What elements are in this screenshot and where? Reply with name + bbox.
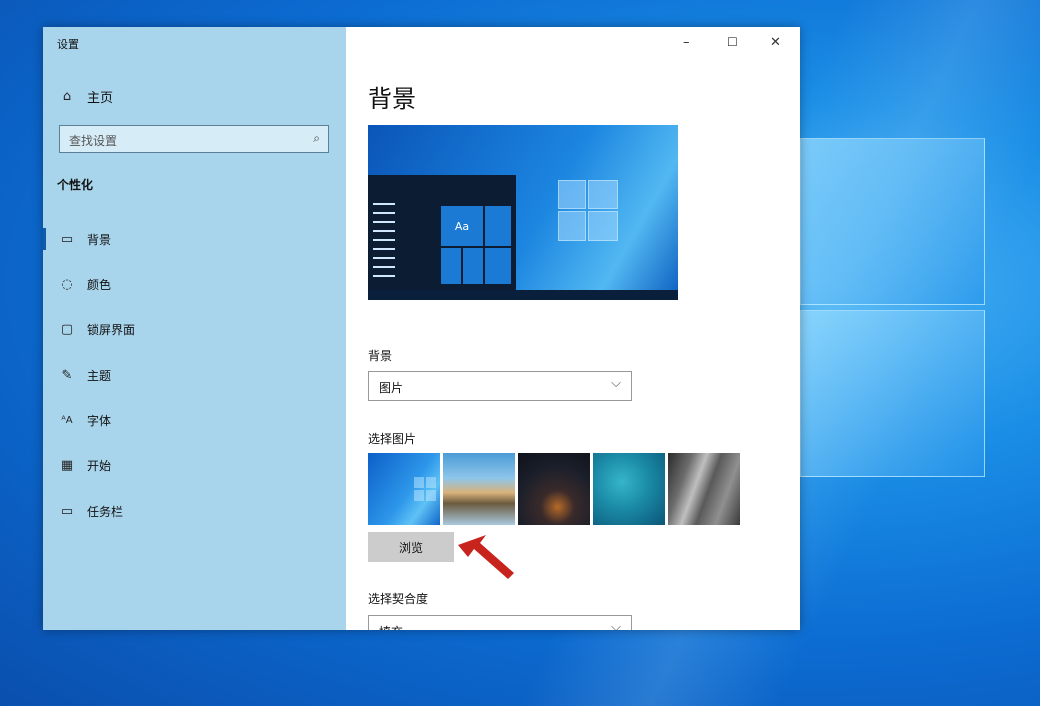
picture-thumbnail[interactable] — [443, 453, 515, 525]
sidebar-item-background[interactable]: ▭ 背景 — [43, 223, 346, 255]
home-icon: ⌂ — [62, 88, 72, 104]
sidebar-item-label: 背景 — [87, 232, 112, 247]
sidebar-item-label: 颜色 — [87, 277, 112, 292]
sidebar-item-label: 字体 — [87, 413, 112, 428]
picture-thumbnail[interactable] — [368, 453, 440, 525]
picture-thumbnail[interactable] — [593, 453, 665, 525]
font-icon: ᴬA — [61, 414, 73, 426]
background-label: 背景 — [368, 349, 393, 363]
preview-taskbar — [368, 290, 678, 300]
fit-label: 选择契合度 — [368, 592, 429, 606]
browse-button[interactable]: 浏览 — [368, 532, 454, 562]
taskbar-icon: ▭ — [60, 503, 74, 519]
sidebar-item-label: 任务栏 — [87, 504, 124, 519]
page-title: 背景 — [368, 85, 416, 113]
sidebar-item-colors[interactable]: ◌ 颜色 — [43, 268, 346, 300]
sidebar-item-fonts[interactable]: ᴬA 字体 — [43, 404, 346, 436]
sidebar-item-lockscreen[interactable]: ▢ 锁屏界面 — [43, 313, 346, 345]
maximize-button[interactable]: ☐ — [727, 35, 738, 49]
preview-windows-logo — [558, 180, 618, 242]
annotation-arrow-icon — [458, 535, 514, 579]
choose-picture-label: 选择图片 — [368, 432, 417, 446]
fit-dropdown[interactable]: 填充 ⌵ — [368, 615, 632, 630]
sidebar-item-start[interactable]: ▦ 开始 — [43, 449, 346, 481]
section-title: 个性化 — [57, 178, 94, 192]
minimize-button[interactable]: – — [683, 35, 690, 50]
chevron-down-icon: ⌵ — [611, 376, 621, 391]
search-input[interactable]: 查找设置 — [69, 132, 117, 149]
preview-start-menu: Aa — [368, 175, 516, 290]
picture-icon: ▭ — [60, 231, 74, 247]
lockscreen-icon: ▢ — [60, 321, 74, 337]
sidebar: 设置 ⌂ 主页 查找设置 ⌕ 个性化 ▭ 背景 ◌ 颜色 ▢ 锁屏界面 ✎ 主题… — [43, 27, 346, 630]
search-icon: ⌕ — [313, 131, 320, 145]
settings-window: 设置 ⌂ 主页 查找设置 ⌕ 个性化 ▭ 背景 ◌ 颜色 ▢ 锁屏界面 ✎ 主题… — [43, 27, 800, 630]
preview-tile: Aa — [440, 205, 484, 247]
sidebar-item-label: 开始 — [87, 458, 112, 473]
sidebar-item-label: 主题 — [87, 368, 112, 383]
background-dropdown-value: 图片 — [379, 381, 404, 395]
window-title: 设置 — [57, 38, 79, 51]
main-content: – ☐ ✕ 背景 Aa 背景 图片 ⌵ 选择图片 浏览 选择契合度 ⌵ — [346, 27, 800, 630]
sidebar-item-label: 锁屏界面 — [87, 322, 136, 337]
search-box[interactable]: 查找设置 ⌕ — [59, 125, 329, 153]
sidebar-item-themes[interactable]: ✎ 主题 — [43, 359, 346, 391]
palette-icon: ◌ — [61, 276, 73, 292]
start-icon: ▦ — [60, 457, 74, 473]
close-button[interactable]: ✕ — [770, 35, 781, 50]
sidebar-item-taskbar[interactable]: ▭ 任务栏 — [43, 495, 346, 527]
desktop-preview: Aa — [368, 125, 678, 300]
desktop-windows-logo — [800, 138, 985, 478]
chevron-down-icon: ⌵ — [611, 620, 621, 630]
picture-thumbnail[interactable] — [668, 453, 740, 525]
sidebar-item-label: 主页 — [87, 90, 114, 106]
fit-dropdown-value: 填充 — [379, 623, 403, 630]
picture-thumbnail[interactable] — [518, 453, 590, 525]
sidebar-item-home[interactable]: ⌂ 主页 — [43, 80, 346, 112]
background-dropdown[interactable]: 图片 ⌵ — [368, 371, 632, 401]
theme-icon: ✎ — [61, 367, 73, 383]
picture-thumbnails — [368, 453, 748, 525]
